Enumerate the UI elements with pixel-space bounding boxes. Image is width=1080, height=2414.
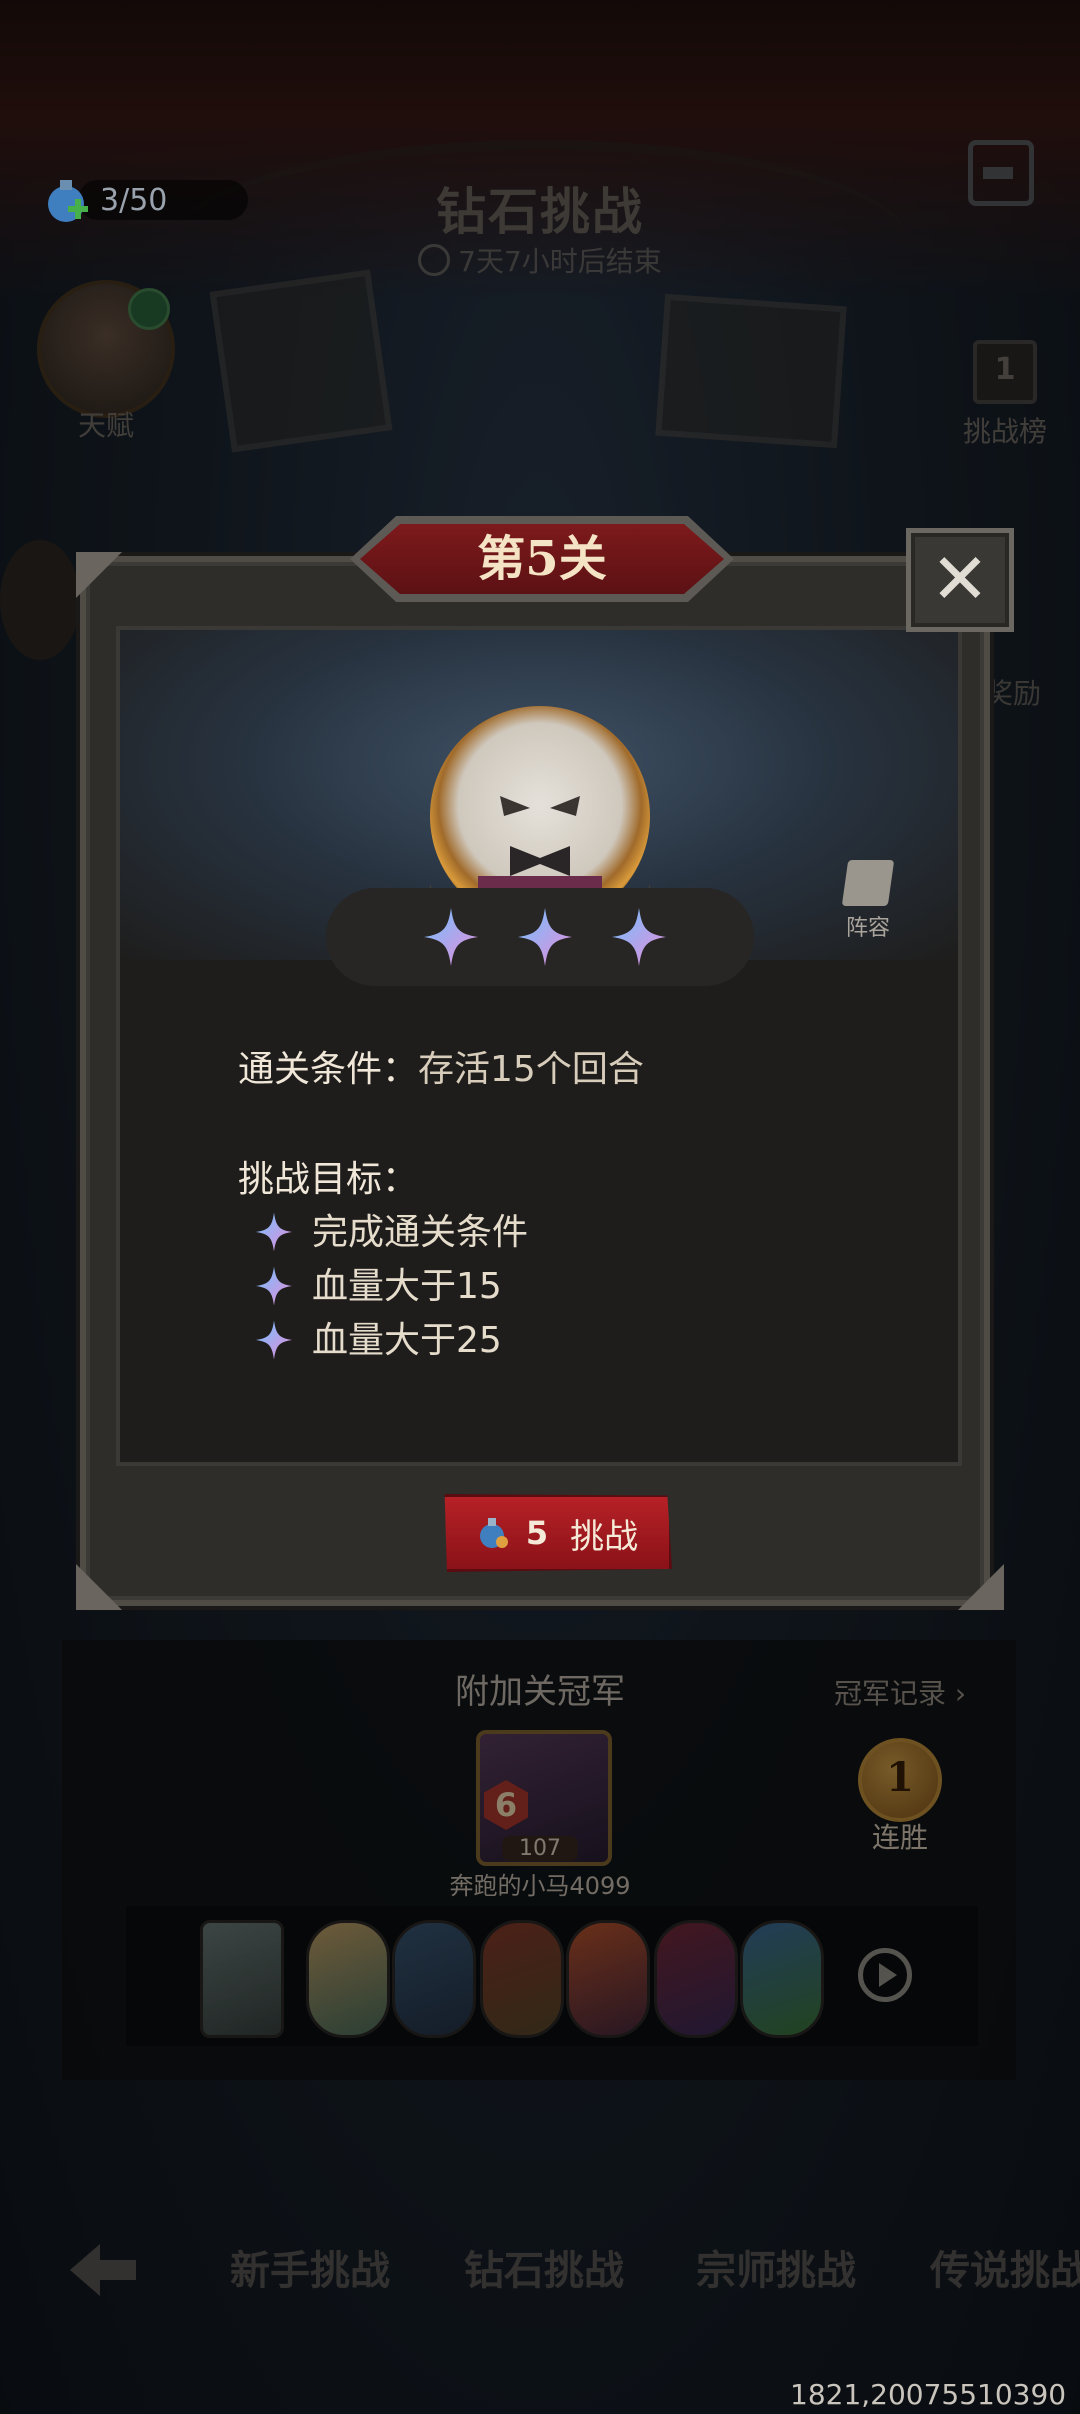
- level-title: 第5关: [477, 531, 607, 587]
- potion-icon: [48, 180, 88, 222]
- lineup-label: 阵容: [845, 916, 890, 941]
- star-icon: [612, 908, 666, 966]
- lineup-button[interactable]: 阵容: [828, 860, 908, 942]
- star-icon: [424, 908, 478, 966]
- star-icon: [256, 1320, 292, 1360]
- challenge-label: 挑战: [570, 1516, 639, 1557]
- star-icon: [518, 908, 572, 966]
- boss-face-icon: [500, 796, 580, 816]
- energy-value: 3/50: [100, 182, 168, 218]
- goal-item: 血量大于15: [256, 1262, 502, 1312]
- star-icon: [256, 1266, 292, 1306]
- goal-item: 血量大于25: [256, 1316, 502, 1366]
- goals-title: 挑战目标：: [238, 1159, 419, 1200]
- potion-icon: [479, 1518, 508, 1548]
- close-icon: ✕: [930, 538, 990, 620]
- goal-item: 完成通关条件: [256, 1208, 528, 1258]
- goal-text: 血量大于15: [312, 1266, 502, 1307]
- condition-value: 存活15个回合: [418, 1049, 644, 1090]
- condition-label: 通关条件：: [238, 1049, 419, 1090]
- clear-condition: 通关条件：存活15个回合: [238, 1040, 644, 1092]
- challenge-cost: 5: [525, 1514, 549, 1552]
- debug-overlay-text: 1821,20075510390: [790, 2378, 1067, 2411]
- book-icon: [841, 860, 895, 906]
- close-button[interactable]: ✕: [906, 528, 1014, 632]
- challenge-button[interactable]: 5 挑战: [444, 1494, 672, 1572]
- star-icon: [256, 1212, 292, 1252]
- goal-text: 血量大于25: [312, 1320, 502, 1361]
- goal-text: 完成通关条件: [312, 1212, 529, 1253]
- boss-portrait[interactable]: [430, 706, 650, 930]
